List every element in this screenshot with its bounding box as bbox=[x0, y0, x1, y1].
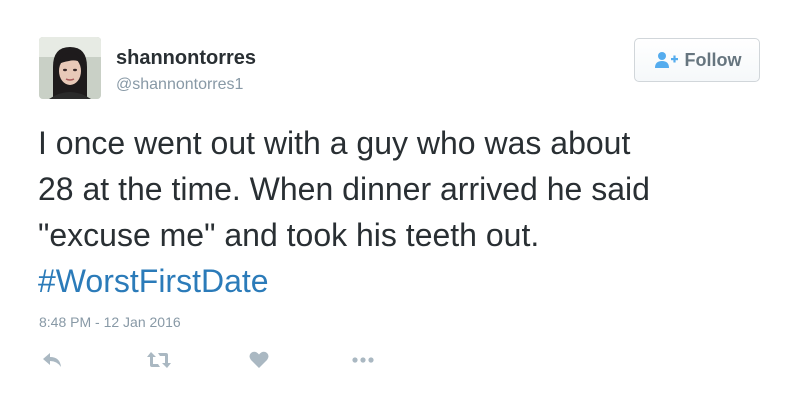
tweet-text: I once went out with a guy who was about… bbox=[38, 120, 778, 304]
hashtag-link[interactable]: #WorstFirstDate bbox=[38, 258, 778, 304]
reply-button[interactable] bbox=[42, 351, 64, 369]
more-icon bbox=[352, 357, 374, 363]
screen-name[interactable]: @shannontorres1 bbox=[116, 75, 243, 95]
timestamp-link[interactable]: 8:48 PM - 12 Jan 2016 bbox=[39, 313, 181, 331]
display-name[interactable]: shannontorres bbox=[116, 46, 256, 70]
follow-label: Follow bbox=[684, 50, 742, 70]
retweet-button[interactable] bbox=[146, 351, 172, 369]
tweet-text-line: I once went out with a guy who was about bbox=[38, 125, 631, 161]
follow-button[interactable]: Follow bbox=[634, 38, 760, 82]
avatar[interactable] bbox=[39, 37, 101, 99]
add-user-icon bbox=[653, 50, 679, 70]
tweet-text-line: "excuse me" and took his teeth out. bbox=[38, 217, 540, 253]
more-button[interactable] bbox=[351, 356, 375, 364]
avatar-image bbox=[39, 37, 101, 99]
tweet-text-line: 28 at the time. When dinner arrived he s… bbox=[38, 171, 650, 207]
retweet-icon bbox=[147, 352, 171, 368]
reply-icon bbox=[43, 353, 61, 367]
tweet-card: shannontorres @shannontorres1 Follow I o… bbox=[0, 0, 800, 412]
heart-icon bbox=[249, 351, 269, 368]
like-button[interactable] bbox=[249, 351, 269, 369]
